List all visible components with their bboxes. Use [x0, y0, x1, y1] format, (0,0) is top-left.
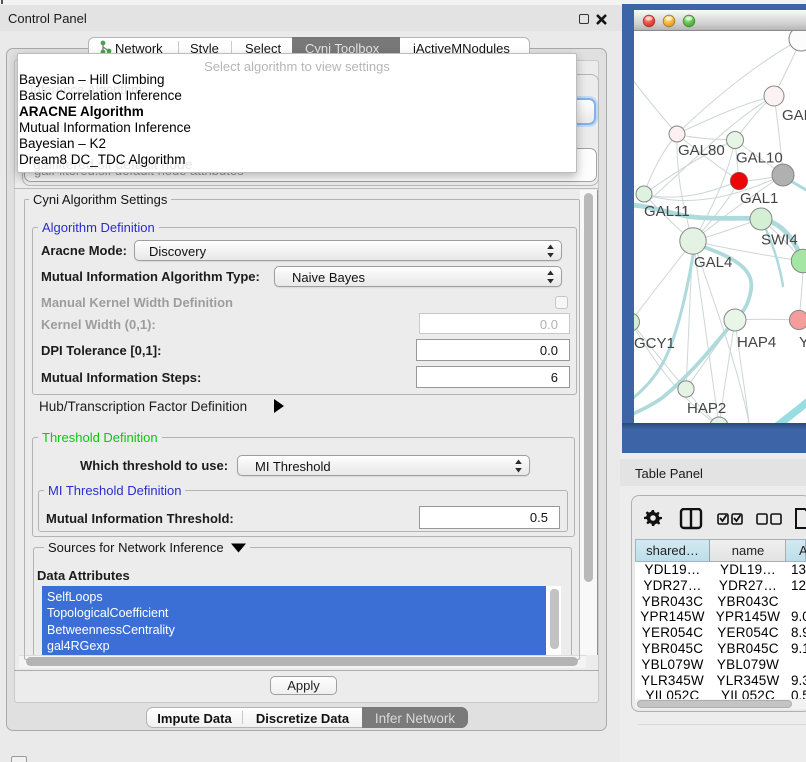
svg-text:GAL1: GAL1 — [740, 190, 778, 207]
svg-text:GAL11: GAL11 — [644, 203, 690, 220]
svg-text:GAL10: GAL10 — [736, 150, 783, 167]
svg-text:GAL4: GAL4 — [694, 254, 732, 271]
svg-text:SWI4: SWI4 — [761, 232, 798, 249]
svg-text:GAL80: GAL80 — [678, 142, 725, 159]
svg-text:GCY1: GCY1 — [634, 335, 675, 352]
svg-text:YD: YD — [799, 334, 806, 351]
svg-text:HAP2: HAP2 — [687, 400, 726, 417]
svg-text:GAL: GAL — [782, 107, 806, 124]
svg-text:HAP4: HAP4 — [737, 334, 776, 351]
